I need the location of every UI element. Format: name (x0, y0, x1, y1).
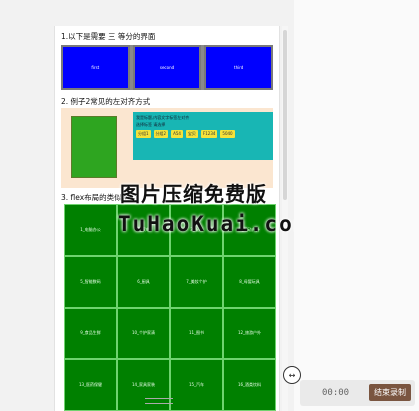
scrollbar-thumb[interactable] (283, 30, 287, 200)
recording-timer: 00:00 (322, 388, 350, 398)
box-third: third (204, 45, 274, 90)
tag-item[interactable]: 宝贝 (185, 130, 198, 138)
tag-item[interactable]: 分组2 (153, 130, 169, 138)
side-panel (294, 0, 419, 411)
example2-content: 我是标题,内容文字标签左对齐 选择标签 请选择 分组1 分组2 A54 宝贝 F… (133, 112, 273, 160)
grid-cell: 6_厨具 (117, 255, 170, 308)
grid-cell: 8_母婴玩具 (223, 255, 276, 308)
grid-cell: 12_旅游户外 (223, 307, 276, 360)
equal-thirds-row: first second third (61, 45, 274, 90)
heading-section-1: 1.以下是需要 三 等分的界面 (61, 32, 156, 41)
grid-cell: 9_食品生鲜 (64, 307, 117, 360)
tag-item[interactable]: F1234 (200, 130, 218, 138)
recorder-panel: 00:00 结束录制 (300, 380, 415, 406)
box-first: first (61, 45, 130, 90)
heading-section-2: 2. 例子2常见的左对齐方式 (61, 97, 151, 106)
grid-cell: 7_美妆个护 (170, 255, 223, 308)
grid-cell: 16_酒类饮料 (223, 359, 276, 411)
tag-list: 分组1 分组2 A54 宝贝 F1234 5040 (136, 130, 235, 138)
grid-cell: 11_图书 (170, 307, 223, 360)
grid-cell: 13_医药保健 (64, 359, 117, 411)
watermark-title: 图片压缩免费版 (120, 182, 267, 206)
tag-item[interactable]: 分组1 (136, 130, 151, 138)
watermark-url: TuHaoKuai.com (118, 212, 309, 236)
grid-cell: 10_个护家清 (117, 307, 170, 360)
example2-container: 我是标题,内容文字标签左对齐 选择标签 请选择 分组1 分组2 A54 宝贝 F… (61, 108, 273, 188)
stop-recording-button[interactable]: 结束录制 (369, 384, 411, 401)
heading-section-3: 3. flex布局的类似网 (61, 193, 130, 202)
grid-cell: 1_电脑办公 (64, 204, 117, 256)
tag-item[interactable]: A54 (171, 130, 183, 138)
grid-cell: 5_智能数码 (64, 255, 117, 308)
example2-subtitle: 选择标签 请选择 (136, 122, 166, 127)
minimize-icon[interactable]: ↔ (283, 366, 301, 384)
image-placeholder (71, 116, 117, 178)
resize-handle[interactable] (145, 398, 173, 404)
box-second: second (132, 45, 202, 90)
tag-item[interactable]: 5040 (220, 130, 235, 138)
grid-cell: 15_汽车 (170, 359, 223, 411)
example2-title: 我是标题,内容文字标签左对齐 (136, 115, 190, 120)
